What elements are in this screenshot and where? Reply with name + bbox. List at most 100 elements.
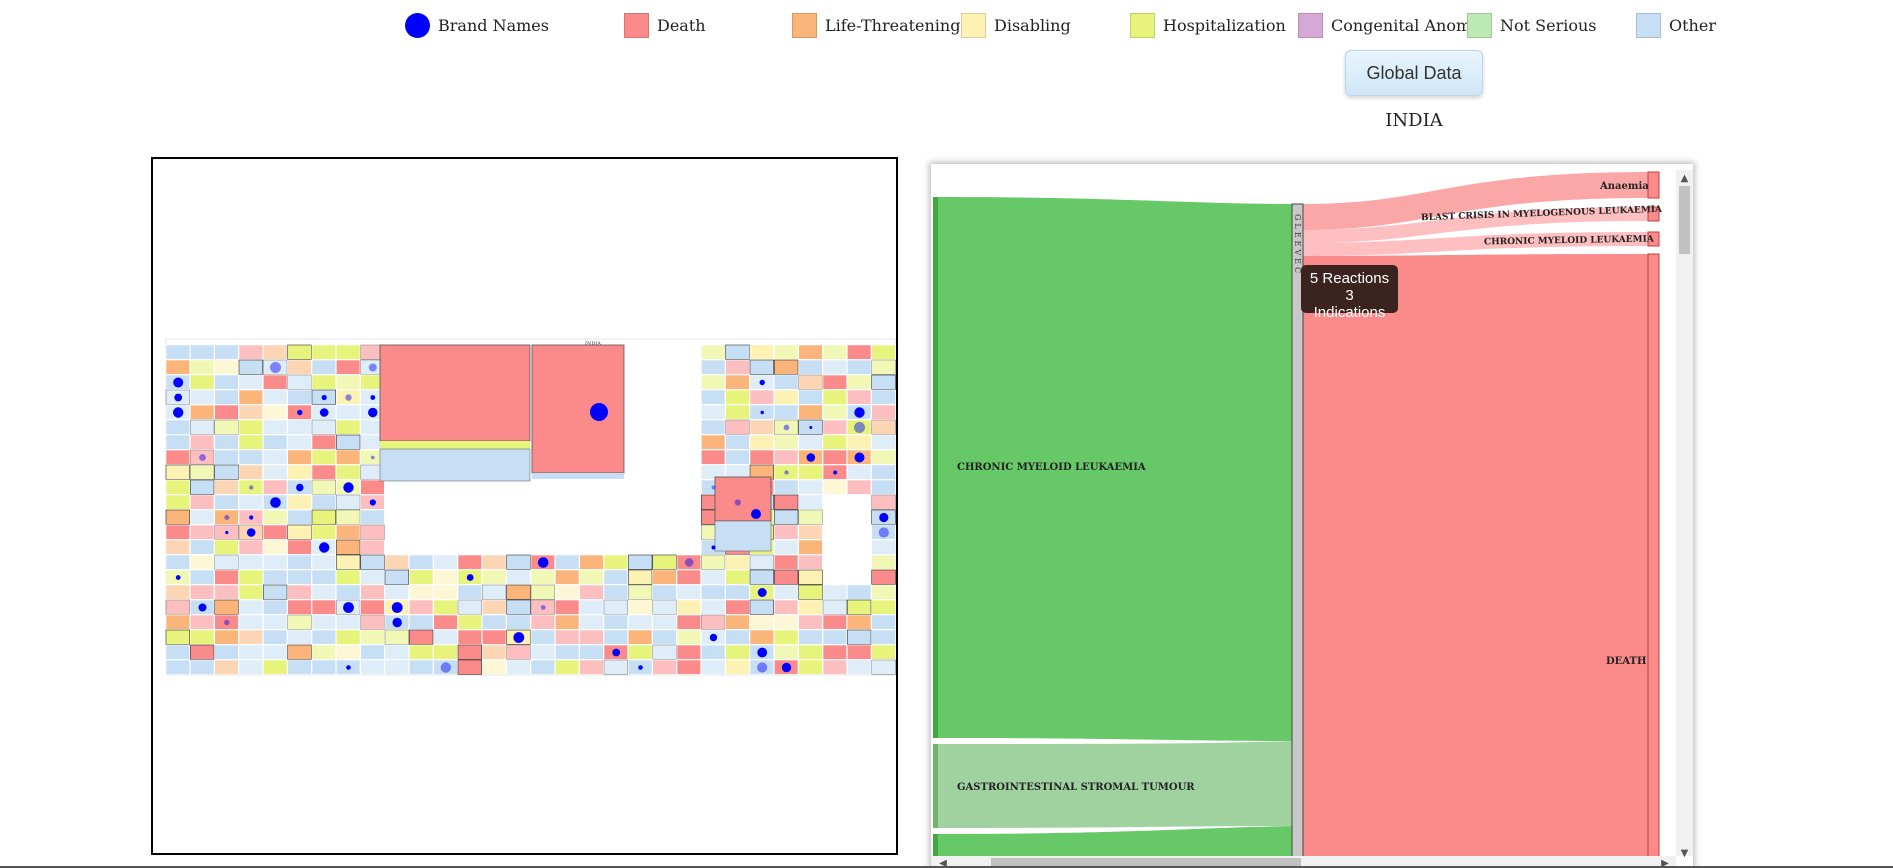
legend-item-life-threatening[interactable]: Life-Threatening	[792, 12, 960, 38]
treemap[interactable]: INDIA	[153, 159, 896, 853]
legend-item-disabling[interactable]: Disabling	[961, 12, 1071, 38]
legend-item-hospitalization[interactable]: Hospitalization	[1130, 12, 1286, 38]
treemap-cell	[846, 344, 872, 360]
treemap-cell	[189, 584, 215, 600]
treemap-cell	[238, 539, 264, 555]
legend-item-other[interactable]: Other	[1636, 12, 1716, 38]
treemap-major-cell-other	[379, 448, 531, 482]
node-gist-indication[interactable]	[933, 744, 938, 828]
treemap-cell	[798, 644, 823, 660]
treemap-cell	[700, 434, 726, 450]
treemap-cell	[287, 584, 312, 600]
treemap-cell	[676, 584, 702, 600]
treemap-cell	[165, 554, 191, 570]
treemap-cell	[214, 434, 239, 450]
treemap-major-cell-other	[532, 473, 624, 479]
treemap-cell	[579, 569, 604, 585]
treemap-cell	[627, 569, 653, 585]
vertical-scrollbar-track[interactable]	[1676, 170, 1693, 856]
brand-dot	[370, 395, 376, 400]
legend-item-congenital[interactable]: Congenital Anomali	[1298, 12, 1491, 38]
treemap-cell	[165, 629, 191, 645]
node-cml-indication[interactable]	[933, 197, 938, 738]
treemap-cell	[798, 554, 823, 570]
treemap-cell	[311, 584, 337, 600]
node-reaction-death[interactable]	[1647, 253, 1660, 868]
treemap-cell	[603, 554, 629, 570]
brand-names-swatch	[405, 12, 430, 38]
treemap-cell	[871, 449, 896, 465]
treemap-cell	[336, 494, 361, 510]
treemap-cell	[360, 614, 385, 630]
scroll-down-arrow-icon[interactable]: ▼	[1681, 848, 1689, 859]
treemap-cell	[725, 584, 750, 600]
treemap-cell	[871, 479, 896, 495]
treemap-cell	[336, 434, 361, 450]
treemap-cell	[773, 569, 799, 585]
treemap-cell	[798, 464, 823, 480]
treemap-cell	[506, 614, 531, 630]
treemap-cell	[360, 659, 385, 675]
treemap-cell	[798, 479, 823, 495]
treemap-cell	[238, 494, 264, 510]
legend-item-not-serious[interactable]: Not Serious	[1467, 12, 1597, 38]
treemap-cell	[846, 584, 872, 600]
treemap-cell	[214, 479, 239, 495]
treemap-cell	[822, 599, 848, 615]
treemap-cell	[311, 629, 337, 645]
treemap-cell	[822, 374, 848, 390]
treemap-cell	[189, 644, 215, 660]
legend-item-brand-names[interactable]: Brand Names	[405, 12, 549, 38]
treemap-cell	[287, 494, 312, 510]
treemap-panel[interactable]: INDIA	[151, 157, 898, 855]
treemap-cell	[627, 614, 653, 630]
sankey-tooltip: 5 Reactions 3 Indications	[1301, 265, 1398, 321]
treemap-cell	[773, 479, 799, 495]
treemap-cell	[214, 629, 239, 645]
treemap-cell	[822, 644, 848, 660]
treemap-cell	[798, 524, 823, 540]
treemap-cell	[554, 569, 580, 585]
treemap-cell	[749, 419, 775, 435]
treemap-cell	[481, 659, 507, 675]
treemap-cell	[700, 404, 726, 420]
treemap-cell	[871, 344, 896, 360]
treemap-cell	[579, 584, 604, 600]
treemap-cell	[652, 629, 677, 645]
treemap-cell	[725, 554, 750, 570]
treemap-cell	[627, 644, 653, 660]
treemap-cell	[433, 599, 458, 615]
treemap-cell	[336, 554, 361, 570]
legend-label: Hospitalization	[1163, 15, 1286, 35]
life-threatening-swatch	[792, 12, 817, 38]
global-data-button[interactable]: Global Data	[1345, 50, 1483, 96]
treemap-cell	[263, 509, 288, 525]
treemap-cell	[798, 569, 823, 585]
scroll-up-arrow-icon[interactable]: ▲	[1681, 173, 1689, 184]
treemap-cell	[457, 659, 483, 675]
treemap-cell	[725, 359, 750, 375]
treemap-cell	[311, 449, 337, 465]
brand-dot	[346, 665, 351, 670]
treemap-cell	[287, 554, 312, 570]
treemap-cell	[676, 569, 702, 585]
treemap-cell	[311, 569, 337, 585]
treemap-cell	[652, 644, 677, 660]
treemap-cell	[700, 599, 726, 615]
legend-item-death[interactable]: Death	[624, 12, 706, 38]
treemap-cell	[773, 494, 799, 510]
treemap-cell	[408, 584, 434, 600]
vertical-scrollbar-thumb[interactable]	[1679, 186, 1690, 254]
treemap-cell	[773, 359, 799, 375]
brand-dot	[392, 617, 402, 628]
brand-dot	[296, 483, 304, 492]
treemap-cell	[871, 659, 896, 675]
node-reaction-anaemia[interactable]	[1647, 171, 1660, 199]
link-drug-to-death[interactable]	[1303, 254, 1648, 868]
treemap-cell	[700, 644, 726, 660]
brand-dot	[612, 648, 621, 657]
treemap-cell	[506, 584, 531, 600]
brand-dot	[854, 422, 865, 433]
treemap-cell	[481, 584, 507, 600]
treemap-cell	[384, 629, 410, 645]
